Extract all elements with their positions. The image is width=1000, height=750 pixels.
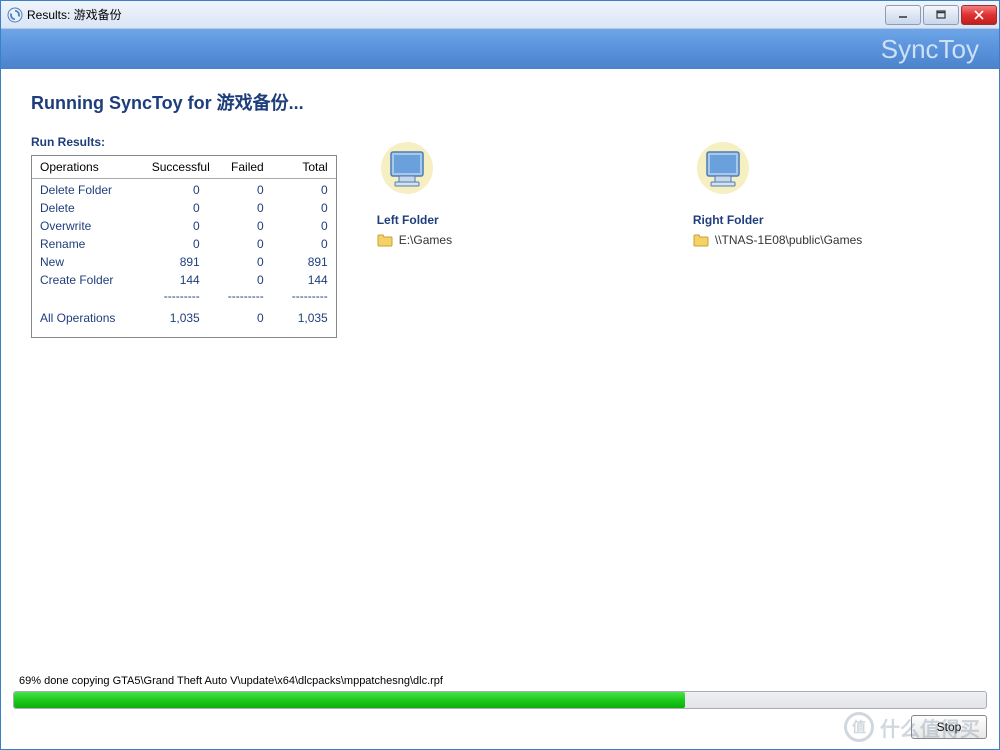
- maximize-button[interactable]: [923, 5, 959, 25]
- divider-row: ---------------------------: [32, 289, 336, 303]
- progress-fill: [14, 692, 685, 708]
- col-failed: Failed: [208, 156, 272, 178]
- table-row: Delete000: [32, 199, 336, 217]
- totals-row: All Operations1,03501,035: [32, 309, 336, 327]
- table-row: Create Folder1440144: [32, 271, 336, 289]
- minimize-button[interactable]: [885, 5, 921, 25]
- folder-icon: [377, 233, 393, 247]
- results-table: Operations Successful Failed Total Delet…: [31, 155, 337, 338]
- monitor-icon: [693, 140, 753, 200]
- progress-bar: [13, 691, 987, 709]
- close-button[interactable]: [961, 5, 997, 25]
- results-header-row: Operations Successful Failed Total: [32, 156, 336, 179]
- run-results-label: Run Results:: [31, 135, 337, 149]
- titlebar[interactable]: Results: 游戏备份: [1, 1, 999, 29]
- status-text: 69% done copying GTA5\Grand Theft Auto V…: [13, 675, 987, 687]
- table-row: Delete Folder000: [32, 181, 336, 199]
- table-row: New8910891: [32, 253, 336, 271]
- table-row: Overwrite000: [32, 217, 336, 235]
- right-folder-label: Right Folder: [693, 213, 969, 227]
- stop-button[interactable]: Stop: [911, 715, 987, 739]
- table-row: Rename000: [32, 235, 336, 253]
- app-icon: [7, 7, 23, 23]
- monitor-icon: [377, 140, 437, 200]
- window-frame: Results: 游戏备份 SyncToy Running SyncToy fo…: [0, 0, 1000, 750]
- header-band: SyncToy: [1, 29, 999, 69]
- content-area: Running SyncToy for 游戏备份... Run Results:…: [1, 69, 999, 671]
- right-folder-panel: Right Folder \\TNAS-1E08\public\Games: [693, 135, 969, 338]
- folder-icon: [693, 233, 709, 247]
- left-folder-path: E:\Games: [399, 233, 452, 247]
- left-folder-label: Left Folder: [377, 213, 653, 227]
- footer: 69% done copying GTA5\Grand Theft Auto V…: [1, 671, 999, 749]
- right-folder-path: \\TNAS-1E08\public\Games: [715, 233, 862, 247]
- left-folder-panel: Left Folder E:\Games: [377, 135, 653, 338]
- col-successful: Successful: [144, 156, 208, 178]
- window-title: Results: 游戏备份: [27, 6, 885, 23]
- col-operations: Operations: [32, 156, 144, 178]
- col-total: Total: [272, 156, 336, 178]
- brand-logo: SyncToy: [881, 34, 979, 65]
- page-heading: Running SyncToy for 游戏备份...: [31, 89, 969, 115]
